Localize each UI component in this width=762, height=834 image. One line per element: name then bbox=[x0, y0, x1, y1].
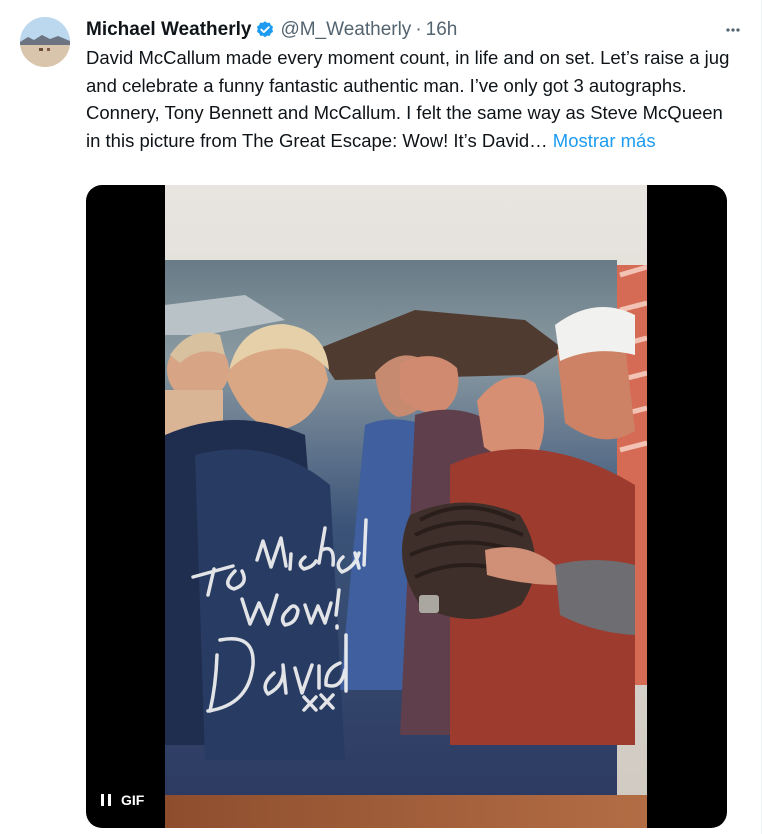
header-separator: · bbox=[415, 19, 422, 40]
show-more-link[interactable]: Mostrar más bbox=[553, 130, 656, 151]
more-icon[interactable] bbox=[721, 18, 745, 42]
autographed-photo bbox=[165, 185, 647, 828]
tweet-text-container: David McCallum made every moment count, … bbox=[86, 44, 736, 154]
author-handle[interactable]: @M_Weatherly bbox=[280, 18, 411, 42]
gif-media[interactable]: GIF bbox=[86, 185, 727, 828]
gif-controls: GIF bbox=[100, 792, 144, 808]
verified-badge-icon[interactable] bbox=[255, 20, 275, 40]
tweet-timestamp[interactable]: 16h bbox=[426, 18, 458, 42]
gif-label: GIF bbox=[121, 792, 145, 808]
author-avatar[interactable] bbox=[20, 17, 70, 67]
tweet-header: Michael Weatherly @M_Weatherly · 16h bbox=[86, 18, 741, 42]
pause-icon[interactable] bbox=[100, 793, 112, 807]
tweet[interactable]: Michael Weatherly @M_Weatherly · 16h Dav… bbox=[0, 0, 762, 834]
author-name[interactable]: Michael Weatherly bbox=[86, 18, 251, 42]
